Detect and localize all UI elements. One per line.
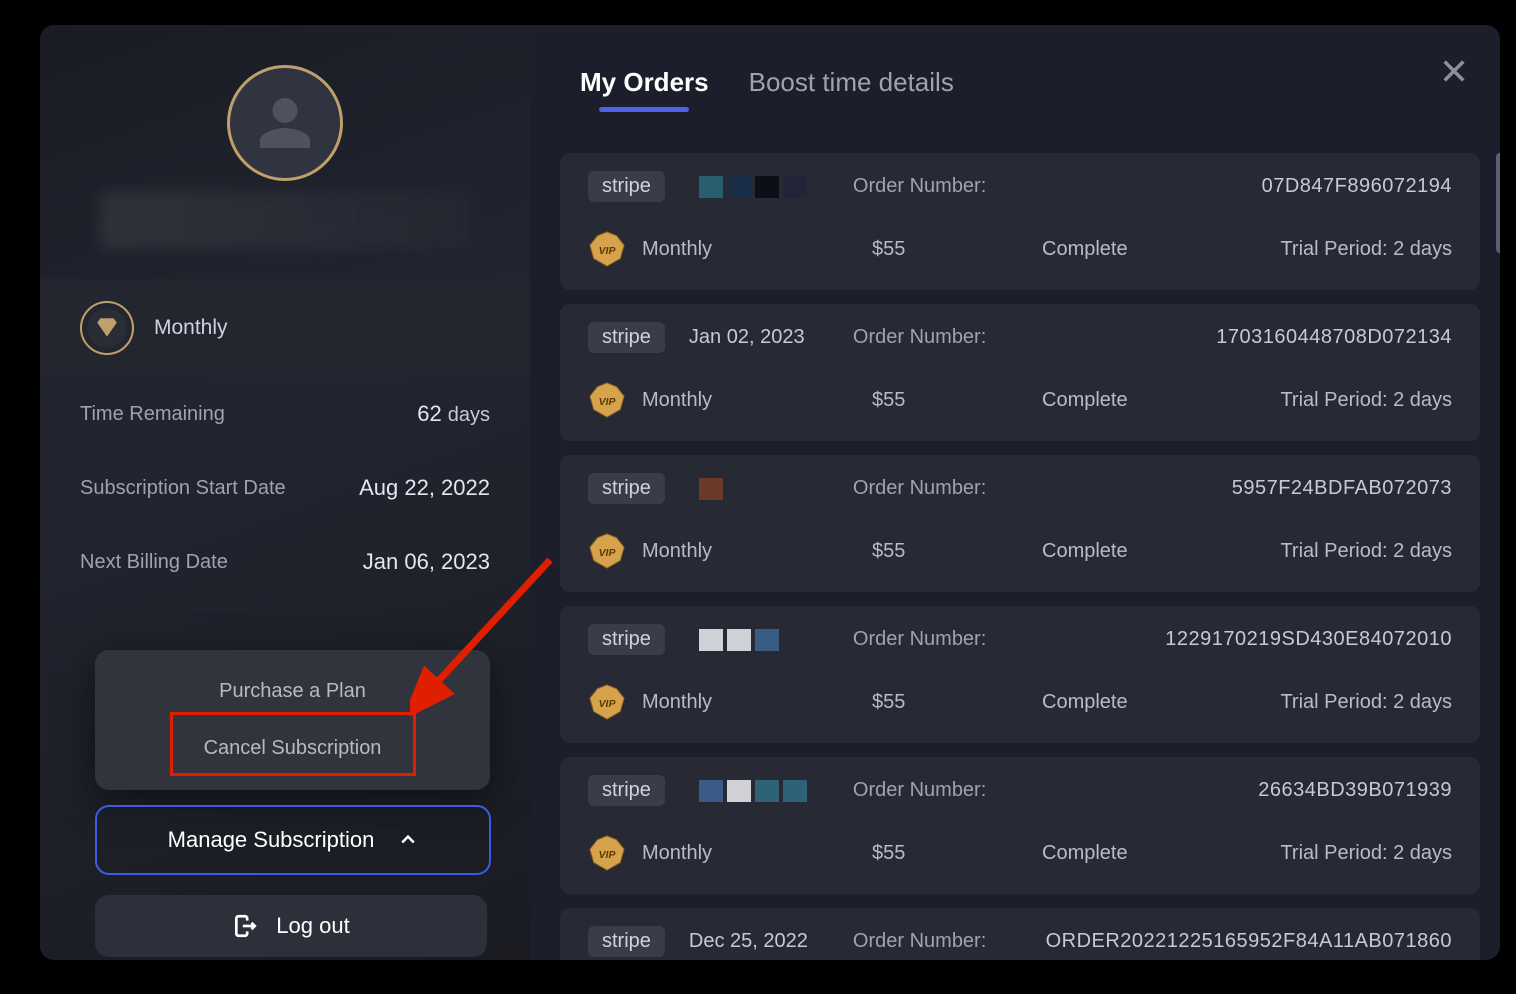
order-number-value: 26634BD39B071939 — [1258, 779, 1452, 802]
start-date-row: Subscription Start Date Aug 22, 2022 — [40, 451, 530, 525]
manage-subscription-button[interactable]: Manage Subscription — [95, 805, 491, 875]
order-number-label: Order Number: — [853, 175, 1238, 198]
order-date — [689, 477, 829, 500]
provider-badge: stripe — [588, 171, 665, 202]
account-window: Monthly Time Remaining 62 days Subscripti… — [40, 25, 1500, 960]
order-price: $55 — [872, 238, 1042, 261]
order-card: stripe Order Number: 26634BD39B071939 VIP Mo… — [560, 757, 1480, 894]
order-status: Complete — [1042, 389, 1272, 412]
provider-badge: stripe — [588, 775, 665, 806]
time-remaining-value: 62 days — [417, 401, 490, 427]
order-card: stripe Jan 02, 2023 Order Number: 170316044… — [560, 304, 1480, 441]
username-blurred — [100, 191, 470, 249]
order-card: stripe Order Number: 5957F24BDFAB072073 VIP… — [560, 455, 1480, 592]
order-plan: Monthly — [642, 691, 872, 714]
order-number-value: 1229170219SD430E84072010 — [1165, 628, 1452, 651]
vip-badge-icon: VIP — [588, 230, 626, 268]
order-date: Dec 25, 2022 — [689, 930, 829, 953]
avatar — [227, 65, 343, 181]
order-status: Complete — [1042, 540, 1272, 563]
order-card: stripe Order Number: 07D847F896072194 VIP Mo… — [560, 153, 1480, 290]
provider-badge: stripe — [588, 473, 665, 504]
avatar-icon — [255, 93, 315, 153]
start-date-label: Subscription Start Date — [80, 477, 286, 500]
order-trial: Trial Period: 2 days — [1272, 691, 1452, 714]
diamond-icon — [80, 301, 134, 355]
svg-text:VIP: VIP — [599, 699, 616, 710]
days-number: 62 — [417, 401, 441, 426]
order-date — [689, 779, 829, 802]
order-trial: Trial Period: 2 days — [1272, 238, 1452, 261]
provider-badge: stripe — [588, 624, 665, 655]
manage-subscription-label: Manage Subscription — [168, 827, 375, 853]
tab-boost-details[interactable]: Boost time details — [749, 67, 954, 108]
order-price: $55 — [872, 691, 1042, 714]
purchase-plan-item[interactable]: Purchase a Plan — [189, 668, 396, 715]
tabs: My Orders Boost time details — [530, 25, 1500, 126]
main-panel: My Orders Boost time details stripe Order… — [530, 25, 1500, 960]
order-plan: Monthly — [642, 540, 872, 563]
logout-button[interactable]: Log out — [95, 895, 487, 957]
order-status: Complete — [1042, 238, 1272, 261]
time-remaining-row: Time Remaining 62 days — [40, 377, 530, 451]
order-date — [689, 175, 829, 198]
svg-text:VIP: VIP — [599, 397, 616, 408]
time-remaining-label: Time Remaining — [80, 403, 225, 426]
logout-icon — [232, 913, 258, 939]
order-trial: Trial Period: 2 days — [1272, 540, 1452, 563]
sidebar: Monthly Time Remaining 62 days Subscripti… — [40, 25, 530, 960]
next-billing-label: Next Billing Date — [80, 551, 228, 574]
order-card: stripe Dec 25, 2022 Order Number: ORDER2022… — [560, 908, 1480, 960]
chevron-up-icon — [398, 830, 418, 850]
order-card: stripe Order Number: 1229170219SD430E84072… — [560, 606, 1480, 743]
provider-badge: stripe — [588, 926, 665, 957]
current-plan-row: Monthly — [40, 279, 530, 377]
order-number-label: Order Number: — [853, 779, 1234, 802]
next-billing-value: Jan 06, 2023 — [363, 549, 490, 575]
orders-list: stripe Order Number: 07D847F896072194 VIP Mo… — [560, 153, 1480, 960]
order-number-label: Order Number: — [853, 326, 1192, 349]
vip-badge-icon: VIP — [588, 381, 626, 419]
svg-text:VIP: VIP — [599, 850, 616, 861]
order-plan: Monthly — [642, 842, 872, 865]
order-price: $55 — [872, 389, 1042, 412]
order-number-value: 1703160448708D072134 — [1216, 326, 1452, 349]
order-plan: Monthly — [642, 389, 872, 412]
order-price: $55 — [872, 842, 1042, 865]
cancel-subscription-item[interactable]: Cancel Subscription — [174, 725, 412, 772]
days-unit: days — [448, 404, 490, 426]
tab-my-orders[interactable]: My Orders — [580, 67, 709, 108]
scrollbar[interactable] — [1496, 153, 1500, 253]
next-billing-row: Next Billing Date Jan 06, 2023 — [40, 525, 530, 599]
order-plan: Monthly — [642, 238, 872, 261]
logout-label: Log out — [276, 913, 349, 939]
manage-popover: Purchase a Plan Cancel Subscription — [95, 650, 490, 790]
svg-text:VIP: VIP — [599, 548, 616, 559]
current-plan-label: Monthly — [154, 316, 228, 340]
order-number-label: Order Number: — [853, 930, 1022, 953]
order-number-label: Order Number: — [853, 628, 1141, 651]
svg-text:VIP: VIP — [599, 246, 616, 257]
order-trial: Trial Period: 2 days — [1272, 389, 1452, 412]
order-number-label: Order Number: — [853, 477, 1208, 500]
order-date — [689, 628, 829, 651]
provider-badge: stripe — [588, 322, 665, 353]
close-icon — [1440, 57, 1468, 85]
order-number-value: 07D847F896072194 — [1262, 175, 1452, 198]
start-date-value: Aug 22, 2022 — [359, 475, 490, 501]
order-number-value: 5957F24BDFAB072073 — [1232, 477, 1452, 500]
vip-badge-icon: VIP — [588, 532, 626, 570]
order-status: Complete — [1042, 691, 1272, 714]
order-date: Jan 02, 2023 — [689, 326, 829, 349]
close-button[interactable] — [1434, 51, 1474, 91]
order-price: $55 — [872, 540, 1042, 563]
vip-badge-icon: VIP — [588, 683, 626, 721]
vip-badge-icon: VIP — [588, 834, 626, 872]
order-number-value: ORDER20221225165952F84A11AB071860 — [1046, 930, 1452, 953]
order-status: Complete — [1042, 842, 1272, 865]
order-trial: Trial Period: 2 days — [1272, 842, 1452, 865]
